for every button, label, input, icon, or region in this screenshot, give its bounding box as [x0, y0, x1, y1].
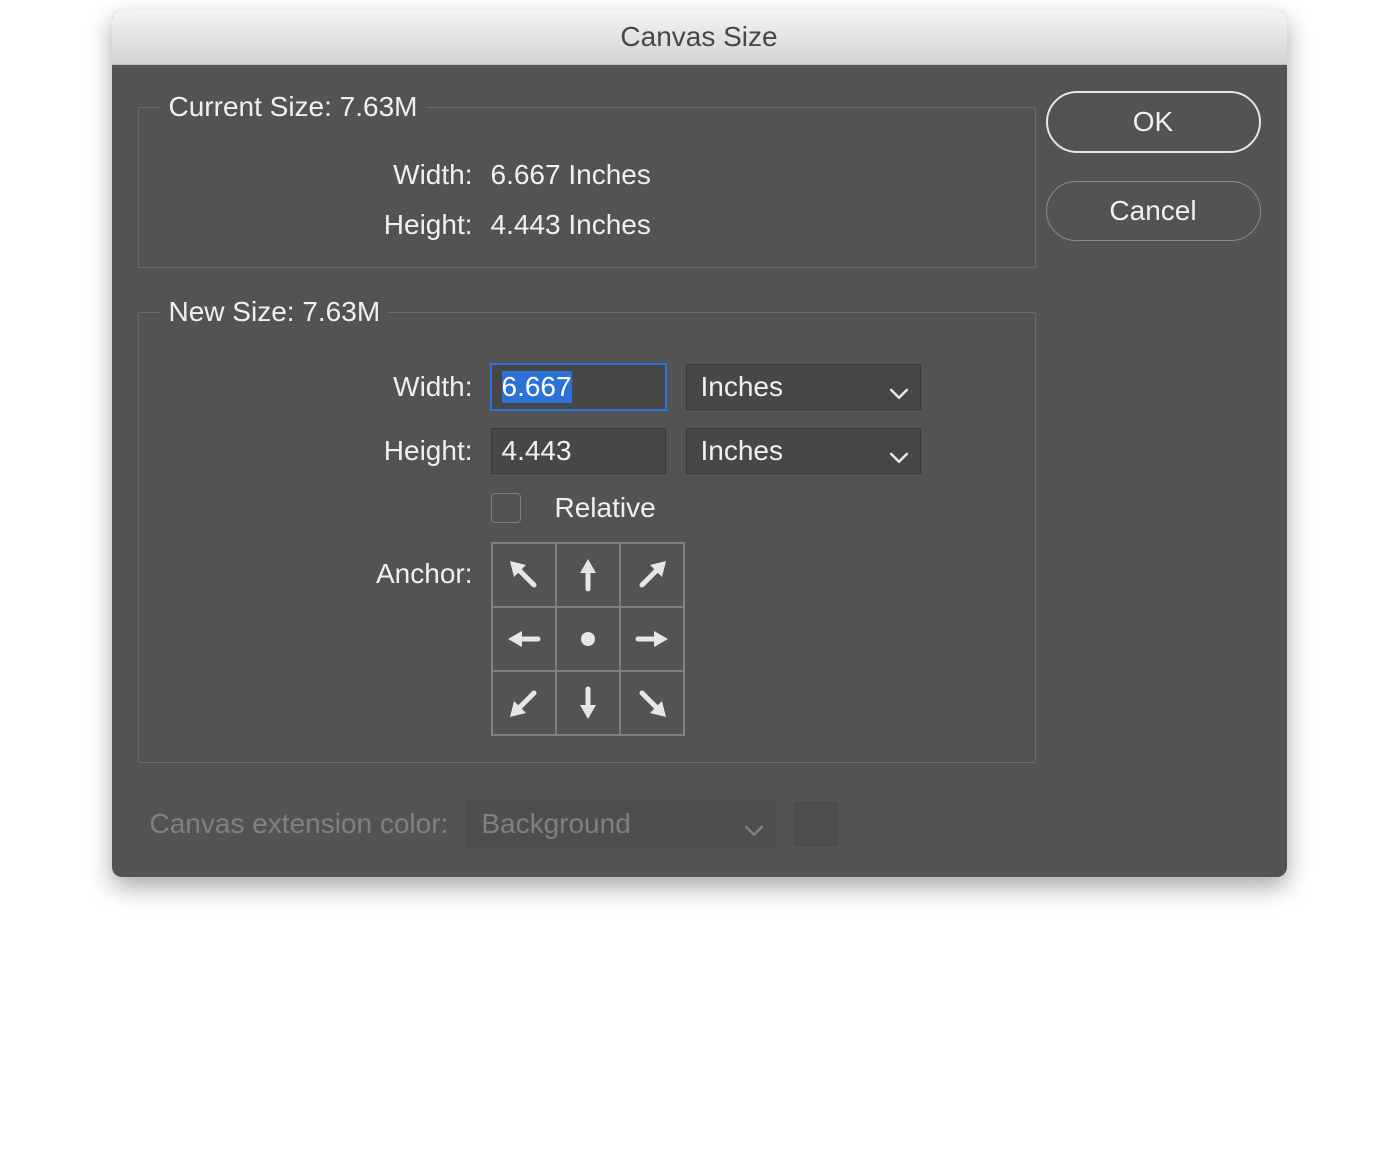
chevron-down-icon — [890, 376, 908, 408]
current-size-group: Current Size: 7.63M Width: 6.667 Inches … — [138, 91, 1036, 268]
dialog-right-column: OK Cancel — [1036, 91, 1261, 847]
new-width-controls: Inches — [491, 364, 1013, 410]
new-width-label: Width: — [161, 371, 491, 403]
width-unit-value: Inches — [701, 371, 784, 403]
new-size-legend: New Size: 7.63M — [161, 296, 389, 328]
anchor-top[interactable] — [556, 543, 620, 607]
height-unit-value: Inches — [701, 435, 784, 467]
height-unit-select[interactable]: Inches — [686, 428, 921, 474]
current-size-legend: Current Size: 7.63M — [161, 91, 426, 123]
current-size-value: 7.63M — [340, 91, 418, 122]
relative-controls: Relative — [491, 492, 1013, 524]
current-width-value: 6.667 Inches — [491, 159, 1013, 191]
canvas-extension-row: Canvas extension color: Background — [138, 801, 1036, 847]
new-width-row: Width: Inches — [161, 364, 1013, 410]
chevron-down-icon — [745, 813, 763, 845]
new-size-legend-prefix: New Size: — [169, 296, 303, 327]
current-height-value: 4.443 Inches — [491, 209, 1013, 241]
canvas-size-dialog: Canvas Size Current Size: 7.63M Width: 6… — [112, 10, 1287, 877]
anchor-grid — [491, 542, 685, 736]
anchor-top-left[interactable] — [492, 543, 556, 607]
current-width-row: Width: 6.667 Inches — [161, 159, 1013, 191]
width-input[interactable] — [491, 364, 666, 410]
anchor-right[interactable] — [620, 607, 684, 671]
relative-label: Relative — [555, 492, 656, 524]
anchor-bottom-right[interactable] — [620, 671, 684, 735]
height-input[interactable] — [491, 428, 666, 474]
dialog-content: Current Size: 7.63M Width: 6.667 Inches … — [112, 65, 1287, 877]
dialog-title: Canvas Size — [620, 21, 777, 53]
width-unit-select[interactable]: Inches — [686, 364, 921, 410]
anchor-controls — [491, 542, 1013, 736]
canvas-extension-label: Canvas extension color: — [150, 808, 449, 840]
new-size-value: 7.63M — [302, 296, 380, 327]
dialog-left-column: Current Size: 7.63M Width: 6.667 Inches … — [138, 91, 1036, 847]
chevron-down-icon — [890, 440, 908, 472]
current-height-row: Height: 4.443 Inches — [161, 209, 1013, 241]
current-size-legend-prefix: Current Size: — [169, 91, 340, 122]
anchor-top-right[interactable] — [620, 543, 684, 607]
canvas-extension-color-swatch — [794, 802, 838, 846]
new-size-group: New Size: 7.63M Width: Inches — [138, 296, 1036, 763]
dialog-titlebar: Canvas Size — [112, 10, 1287, 65]
canvas-extension-select: Background — [466, 801, 776, 847]
new-height-row: Height: Inches — [161, 428, 1013, 474]
relative-row: Relative — [161, 492, 1013, 524]
current-height-label: Height: — [161, 209, 491, 241]
anchor-row: Anchor: — [161, 542, 1013, 736]
new-height-controls: Inches — [491, 428, 1013, 474]
new-height-label: Height: — [161, 435, 491, 467]
current-width-label: Width: — [161, 159, 491, 191]
anchor-center[interactable] — [556, 607, 620, 671]
cancel-button[interactable]: Cancel — [1046, 181, 1261, 241]
anchor-label: Anchor: — [161, 542, 491, 590]
ok-button[interactable]: OK — [1046, 91, 1261, 153]
canvas-extension-value: Background — [481, 808, 630, 840]
anchor-left[interactable] — [492, 607, 556, 671]
anchor-bottom[interactable] — [556, 671, 620, 735]
anchor-bottom-left[interactable] — [492, 671, 556, 735]
relative-checkbox[interactable] — [491, 493, 521, 523]
